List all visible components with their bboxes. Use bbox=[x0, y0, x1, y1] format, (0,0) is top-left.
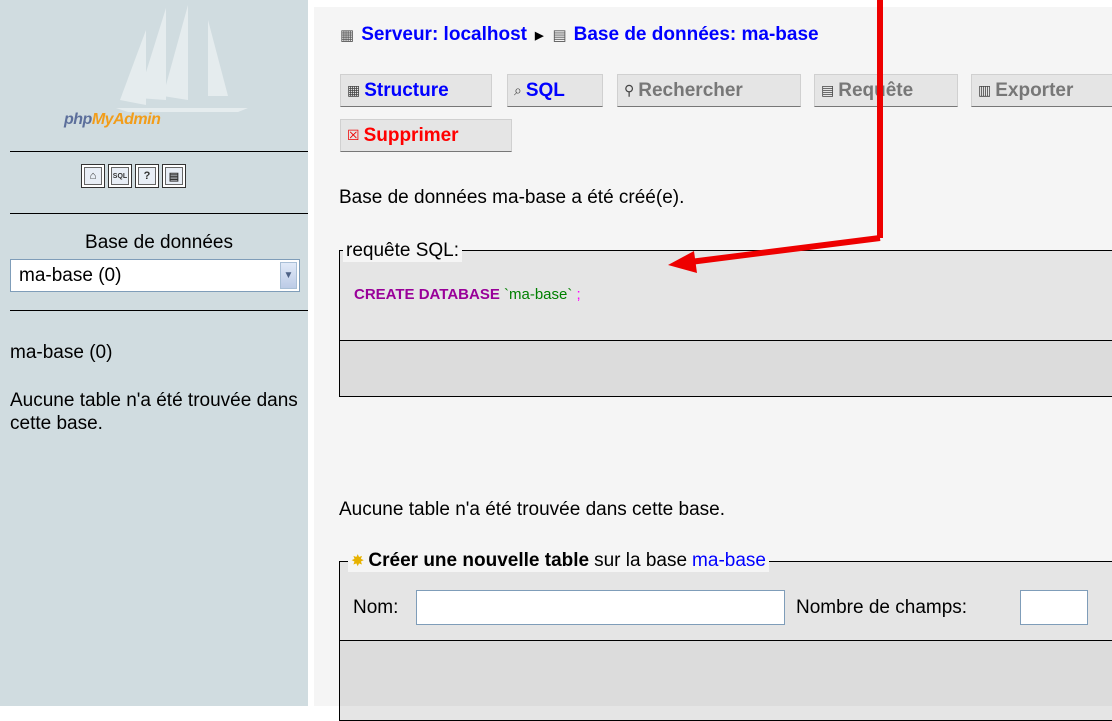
search-icon: ⚲ bbox=[624, 82, 635, 98]
create-table-database-link[interactable]: ma-base bbox=[692, 550, 766, 572]
top-strip bbox=[314, 0, 1112, 7]
breadcrumb-database-link[interactable]: Base de données: ma-base bbox=[574, 24, 819, 46]
query-window-icon: ▤ bbox=[165, 167, 183, 185]
tab-label: Supprimer bbox=[363, 124, 459, 146]
chevron-down-icon[interactable]: ▼ bbox=[280, 262, 297, 289]
divider bbox=[10, 213, 308, 214]
sql-query-text: CREATE DATABASE `ma-base` ; bbox=[354, 286, 581, 303]
logo-php: php bbox=[64, 111, 92, 128]
server-icon: ▦ bbox=[340, 27, 355, 44]
tab-sql[interactable]: ⌕ SQL bbox=[507, 74, 603, 107]
structure-icon: ▦ bbox=[347, 82, 361, 98]
export-icon: ▥ bbox=[978, 82, 992, 98]
sql-query-footer bbox=[340, 341, 1112, 396]
tab-label: Requête bbox=[838, 79, 914, 101]
database-select[interactable]: ma-base (0) ▼ bbox=[10, 259, 300, 292]
divider bbox=[10, 310, 308, 311]
tab-structure[interactable]: ▦ Structure bbox=[340, 74, 492, 107]
tab-label: Exporter bbox=[995, 79, 1074, 101]
sql-icon: ⌕ bbox=[514, 82, 522, 98]
home-icon: ⌂ bbox=[84, 167, 102, 185]
phpmyadmin-logo[interactable]: phpMyAdmin bbox=[64, 111, 161, 129]
sql-query-legend: requête SQL: bbox=[343, 240, 463, 262]
no-tables-message: Aucune table n'a été trouvée dans cette … bbox=[339, 499, 726, 520]
table-name-label: Nom: bbox=[353, 597, 399, 618]
query-icon: ▤ bbox=[821, 82, 835, 98]
help-icon: ? bbox=[138, 167, 156, 185]
logo-admin: Admin bbox=[113, 111, 161, 128]
sql-semicolon: ; bbox=[576, 286, 581, 303]
sql-keyword: CREATE DATABASE bbox=[354, 286, 500, 303]
new-table-icon: ✸ bbox=[351, 553, 365, 570]
sql-query-icon: SQL bbox=[111, 167, 129, 185]
tab-label: Rechercher bbox=[638, 79, 743, 101]
tab-supprimer[interactable]: ☒ Supprimer bbox=[340, 119, 512, 152]
tab-rechercher[interactable]: ⚲ Rechercher bbox=[617, 74, 801, 107]
drop-icon: ☒ bbox=[347, 127, 360, 143]
tab-label: Structure bbox=[364, 79, 449, 101]
field-count-label: Nombre de champs: bbox=[796, 597, 968, 618]
nav-icon-toolbar: ⌂ SQL ? ▤ bbox=[81, 164, 186, 188]
breadcrumb: ▦ Serveur: localhost ▶ ▤ Base de données… bbox=[340, 24, 819, 46]
divider bbox=[10, 151, 308, 152]
create-table-legend: ✸ Créer une nouvelle table sur la base m… bbox=[348, 550, 769, 572]
navigation-frame: phpMyAdmin ⌂ SQL ? ▤ Base de données ma-… bbox=[0, 0, 308, 706]
create-table-footer bbox=[340, 641, 1112, 706]
create-table-subtitle: sur la base bbox=[594, 550, 688, 571]
sql-database-name: `ma-base` bbox=[504, 286, 573, 303]
database-icon: ▤ bbox=[552, 27, 567, 44]
table-name-input[interactable] bbox=[416, 590, 785, 625]
tab-label: SQL bbox=[525, 79, 565, 101]
database-name-link[interactable]: ma-base (0) bbox=[10, 342, 112, 364]
create-table-title: Créer une nouvelle table bbox=[368, 550, 590, 571]
breadcrumb-server-link[interactable]: Serveur: localhost bbox=[361, 24, 527, 46]
database-created-message: Base de données ma-base a été créé(e). bbox=[339, 187, 685, 208]
tab-exporter[interactable]: ▥ Exporter bbox=[971, 74, 1112, 107]
database-label: Base de données bbox=[85, 232, 233, 253]
home-button[interactable]: ⌂ bbox=[81, 164, 105, 188]
help-button[interactable]: ? bbox=[135, 164, 159, 188]
tab-requete[interactable]: ▤ Requête bbox=[814, 74, 958, 107]
database-select-value: ma-base (0) bbox=[19, 265, 122, 286]
no-tables-message: Aucune table n'a été trouvée dans cette … bbox=[10, 390, 298, 434]
logo-my: My bbox=[91, 111, 114, 128]
query-window-button[interactable]: ▤ bbox=[162, 164, 186, 188]
sql-query-button[interactable]: SQL bbox=[108, 164, 132, 188]
field-count-input[interactable] bbox=[1020, 590, 1088, 625]
phpmyadmin-sailboat-logo bbox=[116, 5, 248, 112]
breadcrumb-separator-icon: ▶ bbox=[534, 29, 544, 42]
